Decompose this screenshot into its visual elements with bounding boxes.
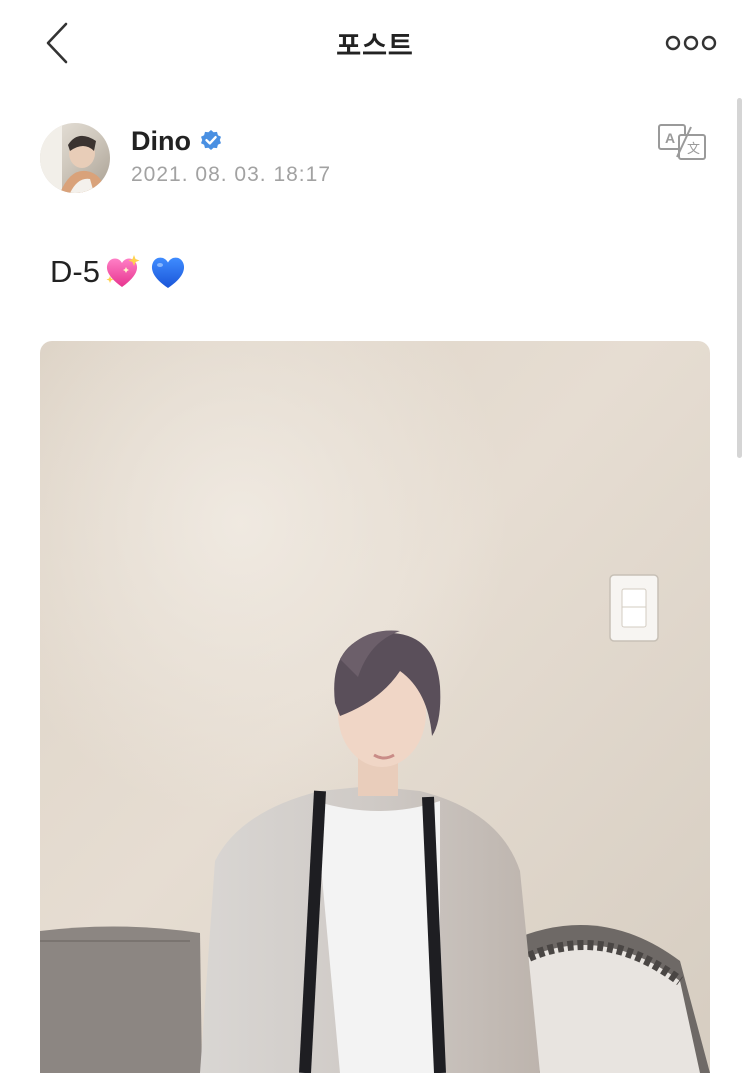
post-timestamp: 2021. 08. 03. 18:17 [131, 163, 331, 186]
avatar-image [40, 123, 110, 193]
page-title: 포스트 [336, 31, 414, 62]
translate-button[interactable]: A 文 [657, 123, 709, 161]
post-photo[interactable] [40, 341, 710, 1073]
translate-icon: A 文 [658, 124, 706, 160]
scrollbar[interactable] [737, 98, 742, 458]
post-image [40, 341, 710, 1073]
verified-badge-icon [201, 130, 221, 150]
post-author-header: Dino 2021. 08. 03. 18:17 A 文 [40, 123, 720, 203]
author-name[interactable]: Dino [131, 126, 191, 157]
sparkling-heart-emoji [106, 255, 140, 287]
top-navigation-bar: 포스트 [0, 0, 750, 88]
post-text: D-5 [50, 254, 100, 289]
more-horizontal-icon [665, 35, 717, 51]
avatar[interactable] [40, 123, 110, 193]
blue-heart-emoji [151, 257, 184, 288]
more-options-button[interactable] [662, 30, 720, 56]
post-body: D-5 [50, 252, 188, 292]
svg-text:文: 文 [687, 142, 700, 157]
author-name-row: Dino [131, 123, 223, 159]
svg-text:A: A [665, 130, 675, 146]
